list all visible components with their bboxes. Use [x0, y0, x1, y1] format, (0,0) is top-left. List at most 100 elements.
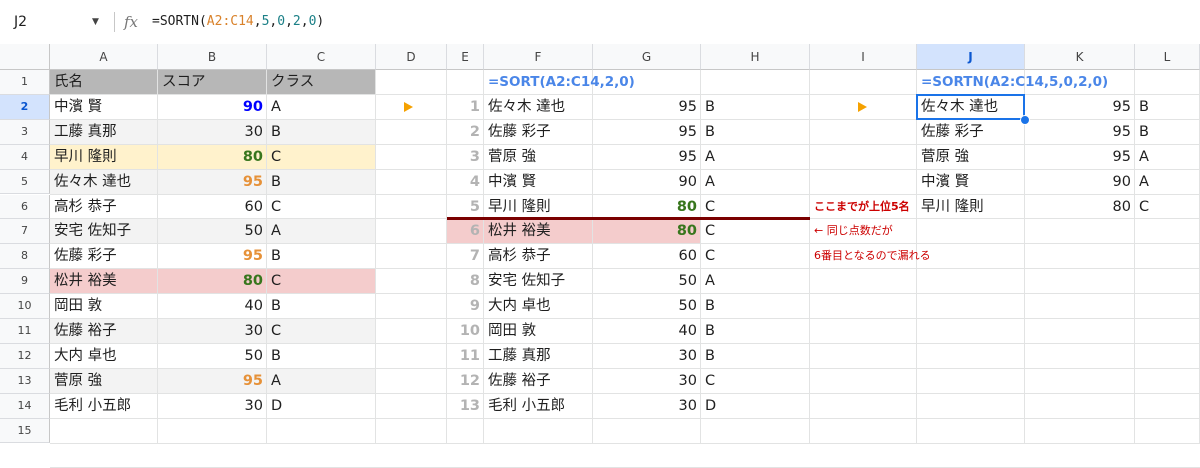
sortn-score[interactable]: 95 [1025, 145, 1135, 170]
sorted-class[interactable]: C [701, 244, 810, 269]
sorted-index[interactable]: 4 [447, 170, 484, 195]
source-score[interactable]: 40 [158, 294, 267, 319]
column-header-e[interactable]: E [447, 44, 484, 70]
sorted-score[interactable]: 40 [593, 319, 701, 344]
column-header-b[interactable]: B [158, 44, 267, 70]
column-header-h[interactable]: H [701, 44, 810, 70]
header-score[interactable]: スコア [158, 70, 267, 95]
header-name[interactable]: 氏名 [50, 70, 158, 95]
active-cell-selection[interactable] [916, 93, 1025, 120]
source-score[interactable]: 50 [158, 219, 267, 244]
source-class[interactable]: B [267, 244, 376, 269]
sorted-score[interactable]: 30 [593, 369, 701, 394]
sorted-score[interactable]: 95 [593, 95, 701, 120]
row-header-12[interactable]: 12 [0, 343, 50, 369]
source-class[interactable]: B [267, 170, 376, 195]
row-header-4[interactable]: 4 [0, 144, 50, 170]
sortn-score[interactable]: 90 [1025, 170, 1135, 195]
source-class[interactable]: A [267, 95, 376, 120]
sorted-name[interactable]: 中濱 賢 [484, 170, 593, 195]
sorted-class[interactable]: A [701, 269, 810, 294]
sorted-score[interactable]: 95 [593, 145, 701, 170]
row-header-11[interactable]: 11 [0, 319, 50, 344]
sheet-grid[interactable]: 氏名 スコア クラス 中濱 賢 90 A 工藤 真那 30 B 早川 隆則 80 C 佐々木 達也 95 B… [50, 70, 1200, 468]
sorted-name[interactable]: 松井 裕美 [484, 219, 593, 244]
chevron-down-icon[interactable]: ▼ [92, 0, 99, 44]
sorted-name[interactable]: 佐々木 達也 [484, 95, 593, 120]
column-header-d[interactable]: D [376, 44, 447, 70]
sortn-score[interactable]: 95 [1025, 95, 1135, 120]
row-header-7[interactable]: 7 [0, 219, 50, 245]
sorted-name[interactable]: 大内 卓也 [484, 294, 593, 319]
source-class[interactable]: C [267, 195, 376, 220]
source-name[interactable]: 中濱 賢 [50, 95, 158, 120]
row-header-8[interactable]: 8 [0, 244, 50, 270]
row-header-2[interactable]: 2 [0, 94, 50, 120]
sorted-score[interactable]: 80 [593, 195, 701, 220]
source-score[interactable]: 60 [158, 195, 267, 220]
row-header-3[interactable]: 3 [0, 119, 50, 145]
source-class[interactable]: B [267, 344, 376, 369]
sorted-class[interactable]: B [701, 120, 810, 145]
sorted-class[interactable]: A [701, 170, 810, 195]
column-header-j[interactable]: J [917, 44, 1025, 70]
header-class[interactable]: クラス [267, 70, 376, 95]
sorted-name[interactable]: 安宅 佐知子 [484, 269, 593, 294]
formula-input[interactable]: =SORTN(A2:C14,5,0,2,0) [152, 0, 324, 44]
source-score[interactable]: 30 [158, 120, 267, 145]
row-header-1[interactable]: 1 [0, 70, 50, 95]
source-name[interactable]: 安宅 佐知子 [50, 219, 158, 244]
sorted-name[interactable]: 毛利 小五郎 [484, 394, 593, 419]
source-name[interactable]: 大内 卓也 [50, 344, 158, 369]
sort-formula-label[interactable]: =SORT(A2:C14,2,0) [484, 70, 810, 95]
select-all-corner[interactable] [0, 44, 50, 70]
source-name[interactable]: 早川 隆則 [50, 145, 158, 170]
sorted-score[interactable]: 50 [593, 294, 701, 319]
sorted-score[interactable]: 50 [593, 269, 701, 294]
sorted-score[interactable]: 60 [593, 244, 701, 269]
row-header-13[interactable]: 13 [0, 368, 50, 394]
sorted-name[interactable]: 工藤 真那 [484, 344, 593, 369]
column-header-a[interactable]: A [50, 44, 158, 70]
row-header-15[interactable]: 15 [0, 418, 50, 444]
sorted-score[interactable]: 30 [593, 344, 701, 369]
row-header-14[interactable]: 14 [0, 393, 50, 419]
source-name[interactable]: 佐々木 達也 [50, 170, 158, 195]
source-name[interactable]: 松井 裕美 [50, 269, 158, 294]
sorted-index[interactable]: 7 [447, 244, 484, 269]
source-class[interactable]: C [267, 145, 376, 170]
sorted-index[interactable]: 10 [447, 319, 484, 344]
row-header-9[interactable]: 9 [0, 269, 50, 295]
sorted-class[interactable]: D [701, 394, 810, 419]
column-header-c[interactable]: C [267, 44, 376, 70]
source-name[interactable]: 菅原 強 [50, 369, 158, 394]
sortn-name[interactable]: 中濱 賢 [917, 170, 1025, 195]
source-class[interactable]: B [267, 120, 376, 145]
sortn-name[interactable]: 佐藤 彩子 [917, 120, 1025, 145]
source-class[interactable]: A [267, 369, 376, 394]
source-class[interactable]: D [267, 394, 376, 419]
source-class[interactable]: A [267, 219, 376, 244]
source-score[interactable]: 30 [158, 394, 267, 419]
sorted-index[interactable]: 11 [447, 344, 484, 369]
sorted-class[interactable]: C [701, 369, 810, 394]
sorted-index[interactable]: 9 [447, 294, 484, 319]
row-header-6[interactable]: 6 [0, 194, 50, 220]
column-header-g[interactable]: G [593, 44, 701, 70]
source-name[interactable]: 佐藤 裕子 [50, 319, 158, 344]
sortn-name[interactable]: 早川 隆則 [917, 195, 1025, 220]
source-name[interactable]: 高杉 恭子 [50, 195, 158, 220]
sorted-class[interactable]: C [701, 195, 810, 220]
source-score[interactable]: 95 [158, 369, 267, 394]
sorted-class[interactable]: B [701, 294, 810, 319]
sorted-class[interactable]: C [701, 219, 810, 244]
sorted-class[interactable]: B [701, 319, 810, 344]
column-header-f[interactable]: F [484, 44, 593, 70]
name-box[interactable]: J2 [14, 0, 27, 44]
sorted-index[interactable]: 6 [447, 219, 484, 244]
sorted-score[interactable]: 80 [593, 219, 701, 244]
source-score[interactable]: 50 [158, 344, 267, 369]
note-sixth[interactable]: 6番目となるので漏れる [810, 244, 1025, 269]
sortn-name[interactable]: 菅原 強 [917, 145, 1025, 170]
sorted-class[interactable]: B [701, 95, 810, 120]
